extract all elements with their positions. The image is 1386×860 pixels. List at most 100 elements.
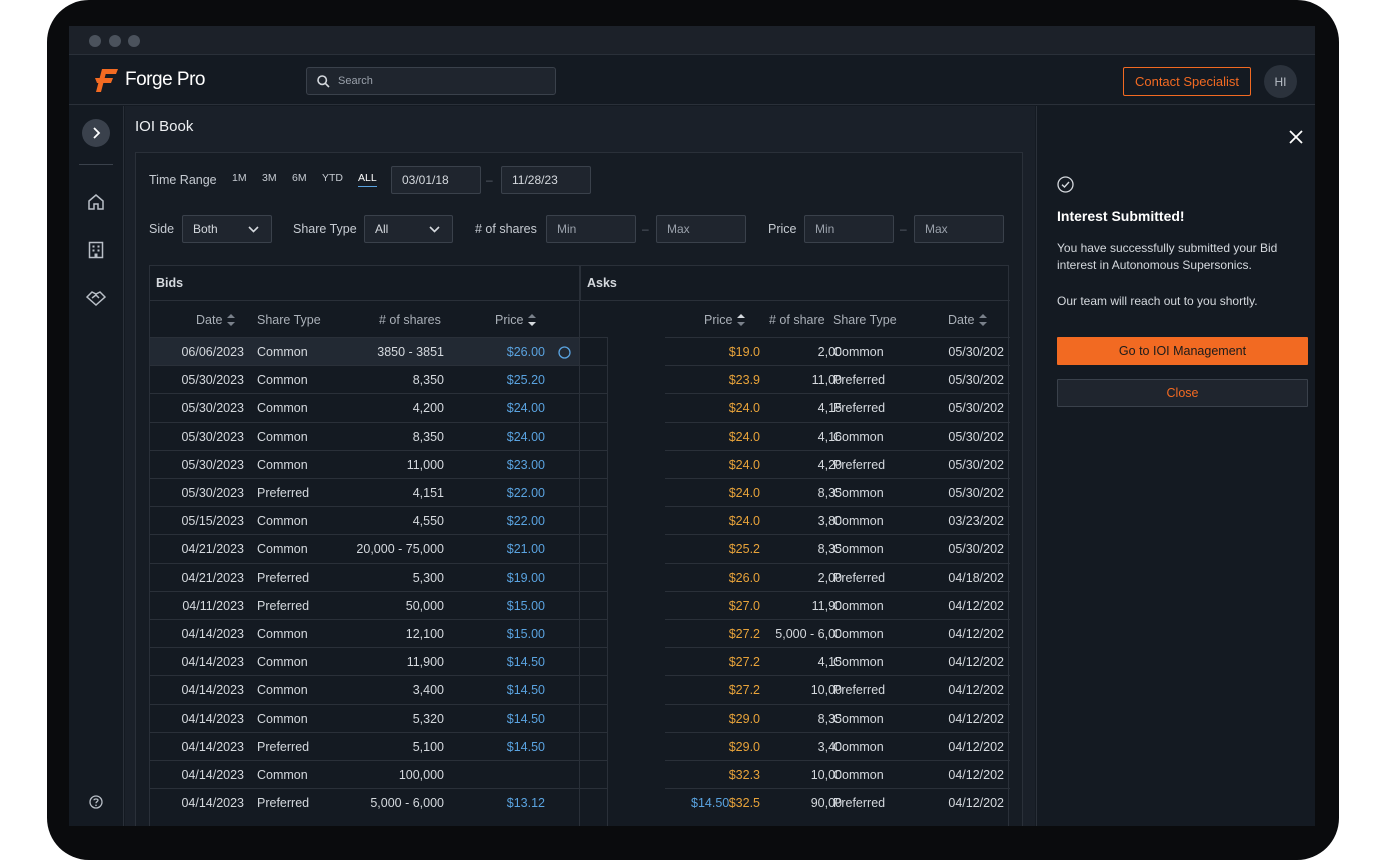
ask-price: $24.0 <box>728 457 760 472</box>
ask-price: $29.0 <box>728 739 760 754</box>
ask-row[interactable]: $32.3 10,00 Common 04/12/202 <box>665 760 1010 788</box>
bid-row[interactable]: 05/30/2023 Common 4,200 $24.00 <box>150 393 579 421</box>
bid-shares: 12,100 <box>405 627 444 641</box>
sidebar-item-companies[interactable] <box>86 240 106 260</box>
range-6m[interactable]: 6M <box>292 172 307 184</box>
ask-date: 03/23/202 <box>948 514 1004 529</box>
price-max-input[interactable]: Max <box>914 215 1004 243</box>
range-all[interactable]: ALL <box>358 172 377 187</box>
ask-row[interactable]: $24.0 4,20 Preferred 05/30/202 <box>665 449 1010 478</box>
ask-price: $32.5 <box>728 796 760 811</box>
app-logo[interactable]: Forge Pro <box>93 66 205 94</box>
sidebar-item-home[interactable] <box>86 192 106 212</box>
asks-col-date[interactable]: Date <box>948 302 988 337</box>
share-type-select[interactable]: All <box>364 215 453 243</box>
date-from-input[interactable]: 03/01/18 <box>391 166 481 194</box>
bids-col-shares[interactable]: # of shares <box>379 302 441 337</box>
bid-row[interactable]: 04/14/2023 Preferred 5,000 - 6,000 $13.12 <box>150 788 579 816</box>
chevron-down-icon <box>248 226 259 233</box>
sidebar-divider <box>79 164 113 165</box>
ask-share-type: Common <box>833 542 884 557</box>
sidebar-item-help[interactable] <box>86 792 106 812</box>
contact-specialist-button[interactable]: Contact Specialist <box>1123 67 1251 96</box>
ask-row[interactable]: $29.0 3,40 Common 04/12/202 <box>665 731 1010 760</box>
bid-price: $22.00 <box>506 514 545 529</box>
radio-select-icon[interactable] <box>558 346 571 359</box>
notification-title: Interest Submitted! <box>1057 208 1185 224</box>
search-input[interactable]: Search <box>306 67 556 95</box>
bid-row[interactable]: 05/15/2023 Common 4,550 $22.00 <box>150 506 579 534</box>
ask-row[interactable]: $23.9 11,00 Preferred 05/30/202 <box>665 365 1010 393</box>
app-screen: Forge Pro Search Contact Specialist HI I… <box>69 26 1315 826</box>
ask-row[interactable]: $27.2 4,15 Common 04/12/202 <box>665 647 1010 675</box>
shares-max-input[interactable]: Max <box>656 215 746 243</box>
shares-min-input[interactable]: Min <box>546 215 636 243</box>
window-zoom-dot[interactable] <box>128 35 140 47</box>
ask-row[interactable]: $24.0 3,80 Common 03/23/202 <box>665 506 1010 534</box>
close-button[interactable]: Close <box>1057 379 1308 407</box>
range-1m[interactable]: 1M <box>232 172 247 184</box>
bid-share-type: Preferred <box>257 739 310 754</box>
ask-row-spacer <box>580 788 608 816</box>
bid-row[interactable]: 04/11/2023 Preferred 50,000 $15.00 <box>150 590 579 619</box>
ask-row[interactable]: $32.5 90,00 Preferred 04/12/202 $14.50 <box>665 788 1010 816</box>
asks-col-share-type[interactable]: Share Type <box>833 302 897 337</box>
user-avatar[interactable]: HI <box>1264 65 1297 98</box>
bid-row[interactable]: 05/30/2023 Common 8,350 $25.20 <box>150 365 579 393</box>
ask-row-spacer <box>580 731 608 760</box>
bid-row[interactable]: 05/30/2023 Common 11,000 $23.00 <box>150 449 579 478</box>
bid-row[interactable]: 05/30/2023 Preferred 4,151 $22.00 <box>150 478 579 506</box>
bid-share-type: Common <box>257 655 308 670</box>
bid-share-type: Preferred <box>257 598 310 613</box>
bid-row[interactable]: 04/21/2023 Common 20,000 - 75,000 $21.00 <box>150 534 579 562</box>
asks-col-price[interactable]: Price <box>704 302 746 337</box>
ask-row[interactable]: $29.0 8,35 Common 04/12/202 <box>665 703 1010 732</box>
bid-row[interactable]: 04/14/2023 Preferred 5,100 $14.50 <box>150 731 579 760</box>
window-minimize-dot[interactable] <box>109 35 121 47</box>
ask-row[interactable]: $25.2 8,35 Common 05/30/202 <box>665 534 1010 562</box>
bid-row[interactable]: 04/14/2023 Common 12,100 $15.00 <box>150 619 579 647</box>
date-to-input[interactable]: 11/28/23 <box>501 166 591 194</box>
bid-row[interactable]: 04/14/2023 Common 5,320 $14.50 <box>150 703 579 732</box>
ask-row[interactable]: $24.0 4,16 Common 05/30/202 <box>665 421 1010 450</box>
ask-row-spacer <box>580 534 608 562</box>
price-min-input[interactable]: Min <box>804 215 894 243</box>
bid-row[interactable]: 04/21/2023 Preferred 5,300 $19.00 <box>150 562 579 591</box>
sidebar-expand-button[interactable] <box>82 119 110 147</box>
bids-col-share-type[interactable]: Share Type <box>257 302 321 337</box>
ask-row[interactable]: $27.2 5,000 - 6,00 Common 04/12/202 <box>665 619 1010 647</box>
date-range-separator: – <box>486 173 493 187</box>
bid-shares: 5,300 <box>412 570 444 585</box>
asks-inner-divider <box>607 337 608 826</box>
shares-label: # of shares <box>475 222 537 236</box>
forge-logo-icon <box>95 69 118 92</box>
bids-col-price[interactable]: Price <box>495 302 537 337</box>
bid-row[interactable]: 05/30/2023 Common 8,350 $24.00 <box>150 421 579 450</box>
sidebar-item-deals[interactable] <box>86 288 106 308</box>
go-to-ioi-management-button[interactable]: Go to IOI Management <box>1057 337 1308 365</box>
bid-row[interactable]: 04/14/2023 Common 11,900 $14.50 <box>150 647 579 675</box>
bid-date: 05/15/2023 <box>181 514 244 529</box>
bids-col-date[interactable]: Date <box>196 302 236 337</box>
side-select[interactable]: Both <box>182 215 272 243</box>
bid-share-type: Common <box>257 429 308 444</box>
close-icon[interactable] <box>1289 130 1303 144</box>
ask-row[interactable]: $24.0 4,15 Preferred 05/30/202 <box>665 393 1010 421</box>
bid-row[interactable]: 04/14/2023 Common 3,400 $14.50 <box>150 675 579 703</box>
ask-row[interactable]: $19.0 2,00 Common 05/30/202 <box>665 337 1010 365</box>
ask-share-type: Common <box>833 711 884 726</box>
ask-date: 04/12/202 <box>948 683 1004 698</box>
asks-col-shares[interactable]: # of share <box>769 302 825 337</box>
window-close-dot[interactable] <box>89 35 101 47</box>
ask-row[interactable]: $27.2 10,00 Preferred 04/12/202 <box>665 675 1010 703</box>
bid-share-type: Common <box>257 401 308 416</box>
ask-row[interactable]: $24.0 8,35 Common 05/30/202 <box>665 478 1010 506</box>
bid-row[interactable]: 06/06/2023 Common 3850 - 3851 $26.00 <box>150 337 579 365</box>
range-ytd[interactable]: YTD <box>322 172 343 184</box>
ask-row[interactable]: $26.0 2,00 Preferred 04/18/202 <box>665 562 1010 591</box>
ask-row-spacer <box>580 337 608 365</box>
ask-row[interactable]: $27.0 11,90 Common 04/12/202 <box>665 590 1010 619</box>
bid-row[interactable]: 04/14/2023 Common 100,000 <box>150 760 579 788</box>
range-3m[interactable]: 3M <box>262 172 277 184</box>
ask-row-spacer <box>580 619 608 647</box>
